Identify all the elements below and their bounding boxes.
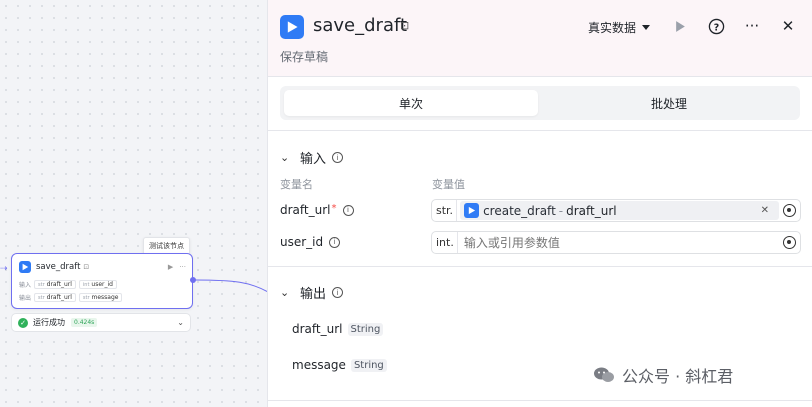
output-item: message String bbox=[292, 358, 387, 372]
info-icon[interactable]: i bbox=[329, 236, 341, 248]
success-check-icon: ✓ bbox=[18, 317, 28, 328]
caret-down-icon bbox=[642, 24, 651, 30]
info-icon[interactable]: i bbox=[342, 204, 354, 216]
output-item: draft_url String bbox=[292, 322, 384, 336]
clear-icon[interactable]: ✕ bbox=[761, 205, 769, 216]
param-user-id-label: user_id i bbox=[280, 235, 341, 249]
panel-subtitle: 保存草稿 bbox=[280, 50, 329, 64]
panel-title: save_draft bbox=[313, 15, 408, 36]
node-output-chip: str draft_url bbox=[34, 293, 76, 302]
reference-target-icon[interactable] bbox=[783, 204, 796, 217]
help-icon[interactable]: ? bbox=[706, 16, 726, 36]
node-inputs-row: 输入 str draft_url int user_id bbox=[19, 280, 117, 289]
node-output-label: 输出 bbox=[19, 295, 32, 302]
chevron-down-icon[interactable]: ⌄ bbox=[280, 151, 292, 164]
chevron-down-icon[interactable]: ⌄ bbox=[177, 318, 184, 327]
user-id-input[interactable] bbox=[463, 235, 783, 250]
reference-target-icon[interactable] bbox=[783, 236, 796, 249]
tab-single[interactable]: 单次 bbox=[284, 90, 538, 116]
type-tag: int. bbox=[432, 232, 458, 253]
reference-chip[interactable]: create_draft - draft_url ✕ bbox=[460, 201, 779, 220]
ref-node-name: create_draft bbox=[483, 203, 556, 218]
run-time-badge: 0.424s bbox=[71, 318, 98, 327]
watermark: 公众号 · 斜杠君 bbox=[592, 363, 733, 387]
required-mark: * bbox=[331, 202, 337, 214]
plugin-play-icon bbox=[280, 15, 304, 39]
node-title: save_draft bbox=[36, 262, 81, 272]
input-section-header[interactable]: ⌄ 输入 i bbox=[280, 148, 344, 167]
mode-tabs: 单次 批处理 bbox=[280, 86, 800, 120]
user-id-value-field: int. bbox=[431, 231, 801, 254]
node-input-label: 输入 bbox=[19, 282, 32, 289]
param-draft-url-label: draft_url * i bbox=[280, 203, 354, 217]
node-outputs-row: 输出 str draft_url str message bbox=[19, 293, 123, 302]
tab-batch[interactable]: 批处理 bbox=[542, 90, 796, 116]
more-icon[interactable]: ··· bbox=[742, 16, 762, 36]
svg-text:?: ? bbox=[713, 22, 718, 33]
run-play-icon[interactable] bbox=[670, 16, 690, 36]
more-icon[interactable]: ··· bbox=[179, 263, 186, 271]
panel-header: save_draft ⊡ 保存草稿 真实数据 ? ··· ✕ bbox=[268, 0, 812, 76]
info-icon[interactable]: i bbox=[332, 287, 344, 298]
output-section-header[interactable]: ⌄ 输出 i bbox=[280, 283, 344, 302]
run-status-bar[interactable]: ✓ 运行成功 0.424s ⌄ bbox=[11, 313, 191, 332]
node-input-chip: str draft_url bbox=[34, 280, 76, 289]
plugin-play-icon bbox=[19, 261, 31, 273]
run-status-text: 运行成功 bbox=[33, 318, 65, 327]
chevron-down-icon[interactable]: ⌄ bbox=[280, 286, 292, 299]
type-tag: str. bbox=[432, 200, 458, 221]
type-badge: String bbox=[347, 322, 384, 336]
save-icon: ⊡ bbox=[400, 19, 410, 32]
incoming-edge-arrow-icon: ⇢ bbox=[0, 264, 8, 274]
info-icon[interactable]: i bbox=[332, 152, 344, 163]
plugin-play-icon bbox=[464, 203, 480, 218]
wechat-icon bbox=[592, 365, 616, 385]
save-draft-node[interactable]: save_draft ⊡ ▶ ··· 输入 str draft_url int us… bbox=[11, 253, 193, 309]
node-test-panel: save_draft ⊡ 保存草稿 真实数据 ? ··· ✕ 单次 批处理 ⌄ … bbox=[267, 0, 812, 407]
run-node-icon[interactable]: ▶ bbox=[168, 263, 173, 271]
node-input-chip: int user_id bbox=[78, 280, 117, 289]
type-badge: String bbox=[350, 358, 387, 372]
close-icon[interactable]: ✕ bbox=[778, 16, 798, 36]
data-mode-select[interactable]: 真实数据 bbox=[588, 19, 651, 36]
save-icon: ⊡ bbox=[83, 263, 90, 271]
node-output-chip: str message bbox=[78, 293, 123, 302]
col-variable-name: 变量名 bbox=[280, 178, 313, 191]
ref-variable-name: draft_url bbox=[566, 203, 617, 218]
col-variable-value: 变量值 bbox=[432, 178, 465, 191]
workflow-canvas[interactable]: ⇢ 测试该节点 save_draft ⊡ ▶ ··· 输入 str draft_u… bbox=[0, 0, 268, 407]
draft-url-value-field[interactable]: str. create_draft - draft_url ✕ bbox=[431, 199, 801, 222]
outgoing-edge bbox=[195, 279, 268, 293]
